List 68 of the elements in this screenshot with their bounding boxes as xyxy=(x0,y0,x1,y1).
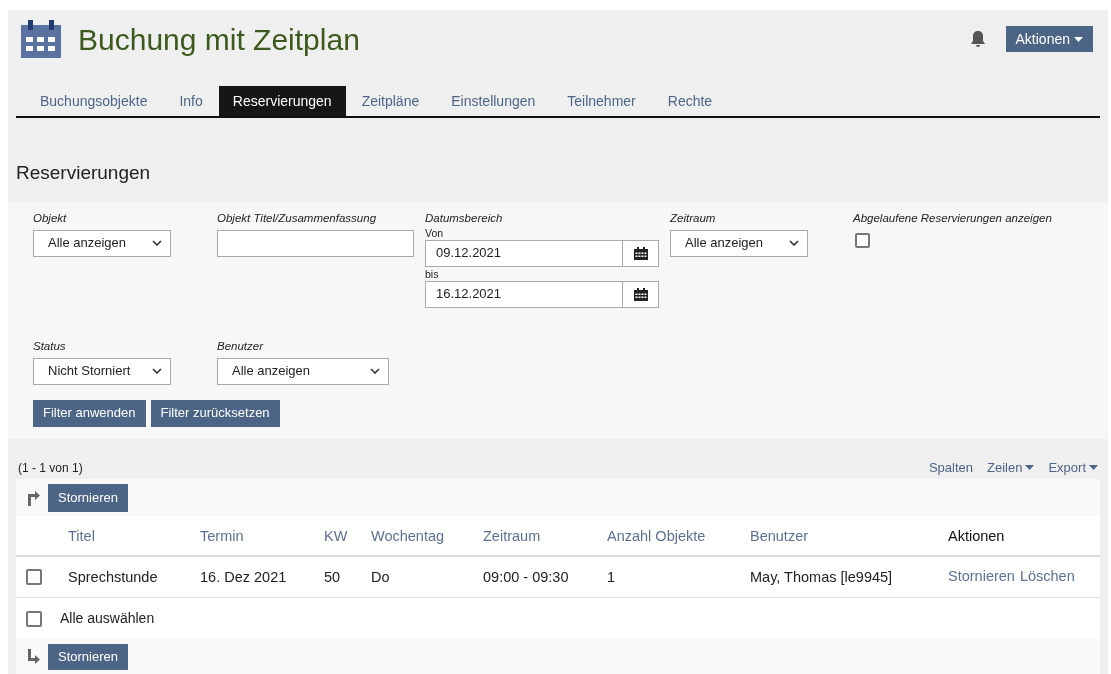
tab[interactable]: Rechte xyxy=(651,86,729,117)
checkbox[interactable] xyxy=(26,569,42,586)
result-count: (1 - 1 von 1) xyxy=(18,459,83,477)
calendar-icon xyxy=(633,287,648,301)
bell-icon[interactable] xyxy=(969,30,986,49)
field-label: Objekt Titel/Zusammenfassung xyxy=(217,210,378,226)
table-cell: Sprechstunde xyxy=(68,569,158,586)
chevron-down-icon xyxy=(789,240,799,247)
caret-icon xyxy=(1089,465,1098,471)
dropdown[interactable]: Alle anzeigen xyxy=(217,357,389,385)
column-header[interactable]: Benutzer xyxy=(750,527,809,544)
checkbox[interactable] xyxy=(855,232,870,248)
tab[interactable]: Teilnehmer xyxy=(551,86,652,117)
column-header[interactable]: Zeitraum xyxy=(483,527,541,544)
table-cell: 50 xyxy=(324,569,341,586)
tab[interactable]: Reservierungen xyxy=(218,86,346,117)
date-label: bis xyxy=(425,267,440,281)
filter-button[interactable]: Filter anwenden xyxy=(33,399,146,427)
action-link[interactable]: Stornieren xyxy=(948,566,1015,588)
chevron-down-icon xyxy=(370,368,380,375)
column-header: Aktionen xyxy=(948,527,1005,544)
chevron-down-icon xyxy=(152,240,162,247)
calendar-icon xyxy=(21,20,61,59)
field-label: Objekt xyxy=(33,210,68,226)
column-header[interactable]: Titel xyxy=(68,527,95,544)
date-input[interactable]: 16.12.2021 xyxy=(425,280,659,308)
caret-icon xyxy=(1074,36,1083,42)
field-label: Datumsbereich xyxy=(425,210,504,226)
table-cell: Do xyxy=(371,569,390,586)
field-label: Benutzer xyxy=(217,338,265,354)
dropdown[interactable]: Alle anzeigen xyxy=(33,229,171,257)
field-label: Abgelaufene Reservierungen anzeigen xyxy=(853,210,1053,226)
column-header[interactable]: KW xyxy=(324,527,348,544)
calendar-icon xyxy=(633,246,648,260)
chevron-down-icon xyxy=(152,368,162,375)
page-title: Buchung mit Zeitplan xyxy=(78,21,360,58)
date-input[interactable]: 09.12.2021 xyxy=(425,239,659,267)
cancel-button[interactable]: Stornieren xyxy=(48,643,128,670)
column-header[interactable]: Termin xyxy=(200,527,244,544)
dropdown[interactable]: Alle anzeigen xyxy=(670,229,808,257)
actions-button[interactable]: Aktionen xyxy=(1005,26,1093,53)
tab[interactable]: Info xyxy=(163,86,219,117)
arrow-up-right-icon xyxy=(26,489,40,506)
table-cell: 09:00 - 09:30 xyxy=(483,569,569,586)
view-link[interactable]: Export xyxy=(1048,457,1098,478)
column-header[interactable]: Wochentag xyxy=(371,527,445,544)
view-link[interactable]: Zeilen xyxy=(987,457,1035,478)
table-cell: 1 xyxy=(607,569,616,586)
text-input[interactable] xyxy=(217,229,414,257)
date-label: Von xyxy=(425,226,445,240)
section-title: Reservierungen xyxy=(8,153,1108,202)
table-cell: May, Thomas [le9945] xyxy=(750,569,893,586)
checkbox[interactable] xyxy=(26,610,42,627)
view-link[interactable]: Spalten xyxy=(928,457,973,478)
caret-icon xyxy=(1025,465,1035,471)
action-link[interactable]: Löschen xyxy=(1019,566,1075,588)
tab[interactable]: Einstellungen xyxy=(435,86,552,117)
dropdown[interactable]: Nicht Storniert xyxy=(33,357,171,385)
filter-button[interactable]: Filter zurücksetzen xyxy=(150,399,280,427)
field-label: Status xyxy=(33,338,67,354)
column-header[interactable]: Anzahl Objekte xyxy=(607,527,706,544)
cancel-button[interactable]: Stornieren xyxy=(48,483,128,512)
tab[interactable]: Buchungsobjekte xyxy=(24,86,164,117)
field-label: Zeitraum xyxy=(670,210,717,226)
table-cell: 16. Dez 2021 xyxy=(200,569,287,586)
tab[interactable]: Zeitpläne xyxy=(345,86,436,117)
arrow-down-right-icon xyxy=(26,648,40,665)
select-all-label: Alle auswählen xyxy=(60,609,155,629)
